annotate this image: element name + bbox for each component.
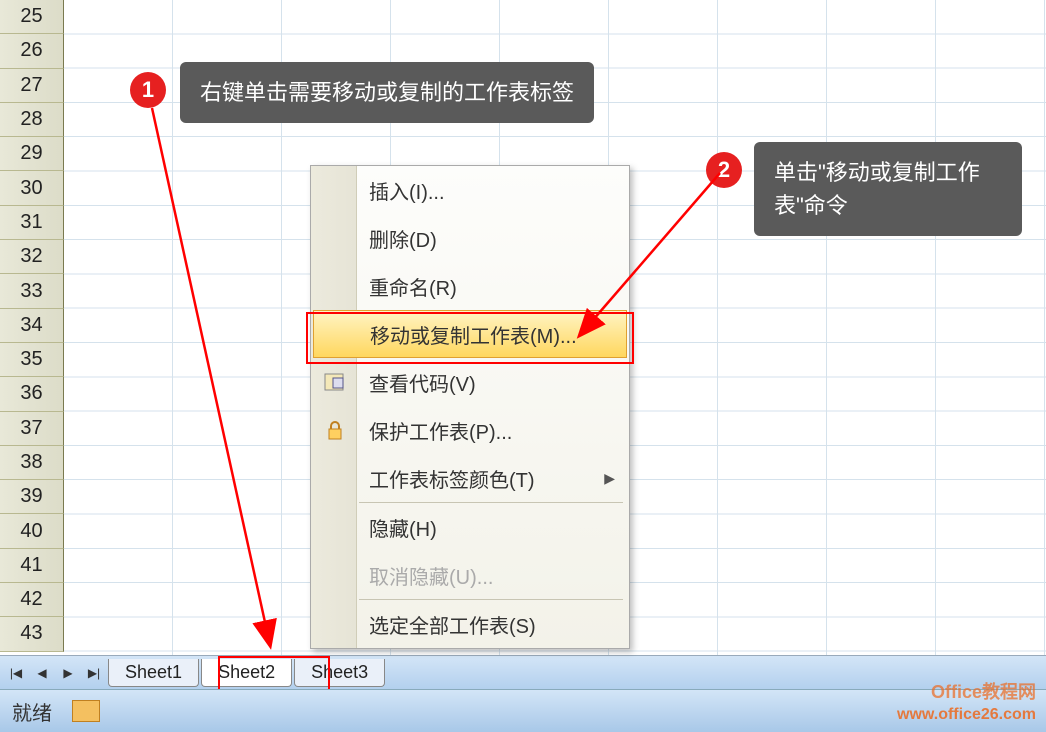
code-icon (321, 369, 347, 395)
menu-protect[interactable]: 保护工作表(P)... (311, 406, 629, 454)
row-headers-column: 25 26 27 28 29 30 31 32 33 34 35 36 37 3… (0, 0, 64, 652)
menu-tab-color[interactable]: 工作表标签颜色(T) ▶ (311, 454, 629, 502)
callout-text-2: 单击"移动或复制工作表"命令 (754, 142, 1022, 236)
callout-text-1: 右键单击需要移动或复制的工作表标签 (180, 62, 594, 123)
first-sheet-icon[interactable]: |◀ (4, 661, 28, 685)
row-header[interactable]: 37 (0, 412, 64, 446)
menu-move-copy[interactable]: 移动或复制工作表(M)... (313, 310, 627, 358)
prev-sheet-icon[interactable]: ◀ (30, 661, 54, 685)
row-header[interactable]: 32 (0, 240, 64, 274)
row-header[interactable]: 36 (0, 377, 64, 411)
menu-hide[interactable]: 隐藏(H) (311, 503, 629, 551)
row-header[interactable]: 41 (0, 549, 64, 583)
sheet-tab-2[interactable]: Sheet2 (201, 659, 292, 687)
row-header[interactable]: 34 (0, 309, 64, 343)
row-header[interactable]: 40 (0, 514, 64, 548)
menu-unhide: 取消隐藏(U)... (311, 551, 629, 599)
row-header[interactable]: 38 (0, 446, 64, 480)
row-header[interactable]: 42 (0, 583, 64, 617)
last-sheet-icon[interactable]: ▶| (82, 661, 106, 685)
row-header[interactable]: 25 (0, 0, 64, 34)
callout-badge-2: 2 (706, 152, 742, 188)
next-sheet-icon[interactable]: ▶ (56, 661, 80, 685)
status-bar: 就绪 (0, 689, 1046, 732)
row-header[interactable]: 43 (0, 617, 64, 651)
macro-record-icon[interactable] (72, 700, 100, 722)
sheet-tab-3[interactable]: Sheet3 (294, 659, 385, 687)
row-header[interactable]: 35 (0, 343, 64, 377)
row-header[interactable]: 28 (0, 103, 64, 137)
row-header[interactable]: 30 (0, 171, 64, 205)
sheet-tabs-bar: |◀ ◀ ▶ ▶| Sheet1 Sheet2 Sheet3 (0, 655, 1046, 689)
menu-insert[interactable]: 插入(I)... (311, 166, 629, 214)
row-header[interactable]: 33 (0, 274, 64, 308)
lock-icon (321, 417, 347, 443)
submenu-arrow-icon: ▶ (604, 470, 615, 487)
menu-view-code[interactable]: 查看代码(V) (311, 358, 629, 406)
status-ready-label: 就绪 (12, 697, 52, 726)
menu-delete[interactable]: 删除(D) (311, 214, 629, 262)
row-header[interactable]: 26 (0, 34, 64, 68)
row-header[interactable]: 29 (0, 137, 64, 171)
menu-select-all[interactable]: 选定全部工作表(S) (311, 600, 629, 648)
watermark-url: www.office26.com (897, 706, 1036, 724)
sheet-context-menu: 插入(I)... 删除(D) 重命名(R) 移动或复制工作表(M)... 查看代… (310, 165, 630, 649)
callout-badge-1: 1 (130, 72, 166, 108)
row-header[interactable]: 31 (0, 206, 64, 240)
row-header[interactable]: 39 (0, 480, 64, 514)
sheet-tab-1[interactable]: Sheet1 (108, 659, 199, 687)
menu-rename[interactable]: 重命名(R) (311, 262, 629, 310)
watermark-logo: Office教程网 (931, 678, 1036, 704)
row-header[interactable]: 27 (0, 69, 64, 103)
